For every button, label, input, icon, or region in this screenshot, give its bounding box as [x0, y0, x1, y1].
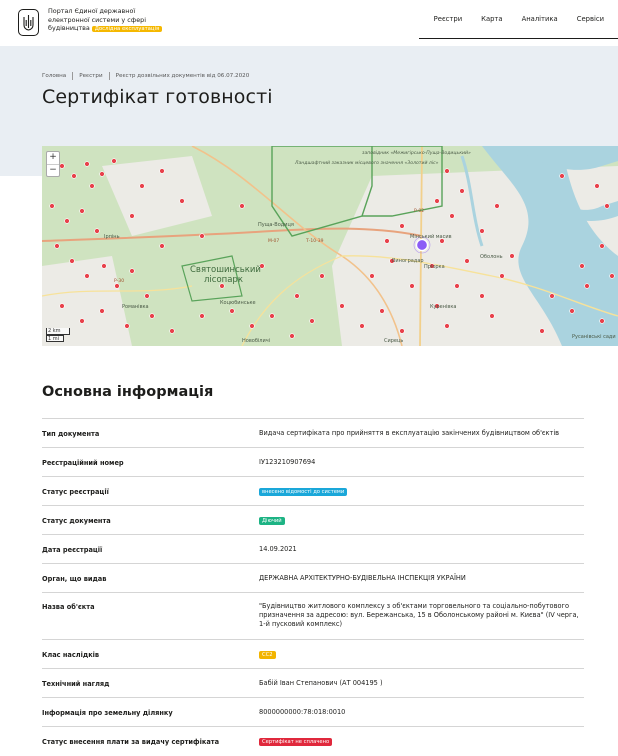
- row-value: внесено відомості до системи: [259, 487, 584, 496]
- status-badge: Сертифікат не сплачено: [259, 738, 333, 746]
- label-zolotyi: Ландшафтний заказник місцевого значення …: [294, 160, 439, 166]
- label-minskyi: Мінський масив: [410, 233, 452, 240]
- label-mezhyhirsko: заповідник «Межигірсько-Пуща-Водицький»: [362, 150, 471, 156]
- main-nav: Реєстри Карта Аналітика Сервіси: [434, 15, 604, 23]
- status-badge: СС2: [259, 651, 276, 659]
- breadcrumb-separator: [72, 72, 74, 80]
- table-row: Назва об'єкта "Будівництво житлового комп…: [42, 592, 584, 639]
- page-title: Сертифікат готовності: [42, 86, 273, 108]
- row-key: Інформація про земельну ділянку: [42, 709, 173, 717]
- row-value: ДЕРЖАВНА АРХІТЕКТУРНО-БУДІВЕЛЬНА ІНСПЕКЦ…: [259, 574, 466, 582]
- label-p30: Р-30: [114, 278, 124, 284]
- label-novobilychi: Новобіличі: [242, 338, 270, 344]
- info-table: Тип документа Видача сертифіката про прий…: [42, 418, 584, 755]
- label-rusanivski: Русанівські сади: [572, 334, 616, 340]
- row-value: 8000000000:78:018:0010: [259, 708, 346, 716]
- table-row: Тип документа Видача сертифіката про прий…: [42, 418, 584, 447]
- breadcrumb-registries[interactable]: Реєстри: [79, 73, 102, 79]
- table-row: Технічний нагляд Бабій Іван Степанович (А…: [42, 668, 584, 697]
- map-view[interactable]: Святошинський лісопарк Пуща-Водиця Ірпін…: [42, 146, 618, 346]
- pilot-badge: Дослідна експлуатація: [91, 26, 163, 33]
- row-key: Дата реєстрації: [42, 546, 103, 554]
- nav-services[interactable]: Сервіси: [577, 15, 604, 23]
- row-value: Видача сертифіката про прийняття в експл…: [259, 429, 560, 437]
- row-key: Назва об'єкта: [42, 603, 95, 611]
- map-scale-bar: 2 km 1 mi: [46, 328, 70, 342]
- label-p02: Р-02: [414, 208, 424, 214]
- nav-analytics[interactable]: Аналітика: [522, 15, 558, 23]
- breadcrumb: Головна Реєстри Реєстр дозвільних докуме…: [42, 72, 249, 80]
- table-row: Клас наслідків СС2: [42, 639, 584, 668]
- row-value: "Будівництво житлового комплексу з об'єк…: [259, 602, 579, 628]
- status-badge: Діючий: [259, 517, 285, 525]
- section-title: Основна інформація: [42, 384, 214, 400]
- label-priorka: Пріорка: [424, 264, 445, 270]
- breadcrumb-separator: [108, 72, 110, 80]
- brand-line-2: електронної системи у сфері: [48, 15, 146, 24]
- label-pushcha: Пуща-Водиця: [258, 222, 294, 228]
- row-value: Діючий: [259, 516, 584, 525]
- table-row: Інформація про земельну ділянку 800000000…: [42, 697, 584, 726]
- label-m07: М-07: [268, 238, 279, 244]
- row-key: Орган, що видав: [42, 575, 107, 583]
- trident-logo-icon[interactable]: [18, 9, 39, 36]
- breadcrumb-home[interactable]: Головна: [42, 73, 66, 79]
- scale-mi: 1 mi: [46, 335, 64, 342]
- brand-line-3: будівництва: [48, 24, 90, 33]
- status-badge: внесено відомості до системи: [259, 488, 348, 496]
- row-value: Бабій Іван Степанович (АТ 004195 ): [259, 679, 383, 687]
- label-romanivka: Романівка: [122, 304, 149, 310]
- nav-underline: [419, 38, 618, 39]
- nav-registries[interactable]: Реєстри: [434, 15, 462, 23]
- row-key: Статус документа: [42, 517, 111, 525]
- label-kotsiubynske: Коцюбинське: [220, 300, 256, 306]
- row-key: Технічний нагляд: [42, 680, 110, 688]
- scale-km: 2 km: [46, 328, 70, 335]
- nav-map[interactable]: Карта: [481, 15, 502, 23]
- zoom-in-button[interactable]: +: [47, 152, 59, 165]
- brand-text[interactable]: Портал Єдиної державної електронної сист…: [48, 7, 183, 34]
- zoom-out-button[interactable]: −: [47, 165, 59, 177]
- row-key: Статус реєстрації: [42, 488, 109, 496]
- label-lisopark: лісопарк: [204, 275, 243, 285]
- label-kurenivka: Куренівка: [430, 304, 456, 310]
- row-key: Тип документа: [42, 430, 100, 438]
- breadcrumb-current[interactable]: Реєстр дозвільних документів від 06.07.2…: [116, 73, 250, 79]
- row-key: Реєстраційний номер: [42, 459, 124, 467]
- label-vynohradar: Виноградар: [392, 258, 424, 264]
- row-value: ІУ123210907694: [259, 458, 316, 466]
- site-header: Портал Єдиної державної електронної сист…: [0, 0, 618, 46]
- label-t1039: Т-10-39: [305, 238, 324, 244]
- brand-line-1: Портал Єдиної державної: [48, 7, 136, 15]
- table-row: Дата реєстрації 14.09.2021: [42, 534, 584, 563]
- label-sviatoshynskyi: Святошинський: [190, 265, 261, 275]
- row-value: Сертифікат не сплачено: [259, 737, 584, 746]
- map-canvas[interactable]: Святошинський лісопарк Пуща-Водиця Ірпін…: [42, 146, 618, 346]
- label-obolon: Оболонь: [480, 254, 503, 260]
- table-row: Статус реєстрації внесено відомості до си…: [42, 476, 584, 505]
- table-row: Статус внесення плати за видачу сертифік…: [42, 726, 584, 755]
- table-row: Статус документа Діючий: [42, 505, 584, 534]
- row-key: Статус внесення плати за видачу сертифік…: [42, 738, 220, 746]
- selected-object-marker: [415, 238, 429, 252]
- table-row: Орган, що видав ДЕРЖАВНА АРХІТЕКТУРНО-БУД…: [42, 563, 584, 592]
- row-key: Клас наслідків: [42, 651, 100, 659]
- row-value: 14.09.2021: [259, 545, 297, 553]
- label-irpin: Ірпінь: [104, 234, 120, 240]
- map-zoom-control: + −: [46, 151, 60, 177]
- row-value: СС2: [259, 650, 584, 659]
- label-syrets: Сирець: [384, 338, 403, 344]
- table-row: Реєстраційний номер ІУ123210907694: [42, 447, 584, 476]
